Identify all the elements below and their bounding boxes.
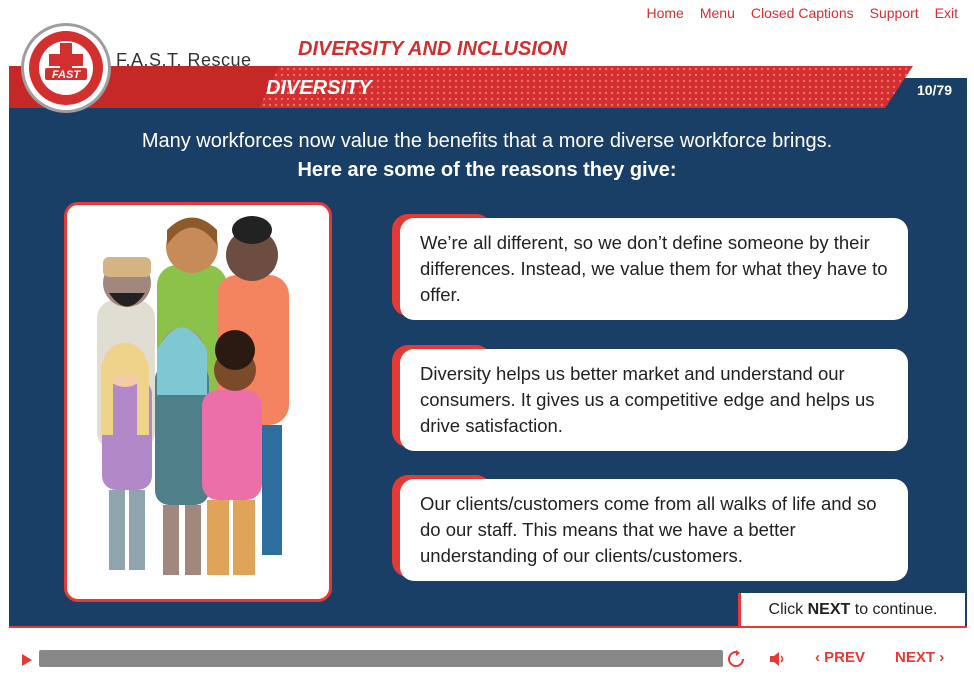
prev-button[interactable]: ‹ PREV xyxy=(815,649,865,666)
reason-card-text: Our clients/customers come from all walk… xyxy=(400,479,908,581)
divider xyxy=(9,626,967,628)
progress-bar[interactable] xyxy=(39,650,723,667)
next-button[interactable]: NEXT › xyxy=(895,649,944,666)
intro-subheading: Here are some of the reasons they give: xyxy=(297,159,677,181)
nav-menu-link[interactable]: Menu xyxy=(700,5,735,21)
nav-support-link[interactable]: Support xyxy=(870,5,919,21)
section-title: DIVERSITY xyxy=(266,77,372,99)
reason-card-text: Diversity helps us better market and und… xyxy=(400,349,908,451)
intro-line: Many workforces now value the benefits t… xyxy=(141,130,833,152)
play-icon[interactable] xyxy=(21,653,33,671)
volume-icon[interactable] xyxy=(769,651,785,672)
continue-next-word: NEXT xyxy=(807,600,851,618)
reason-card-1: We’re all different, so we don’t define … xyxy=(392,214,908,320)
nav-home-link[interactable]: Home xyxy=(646,5,683,21)
top-nav: Home Menu Closed Captions Support Exit xyxy=(646,5,958,21)
nav-exit-link[interactable]: Exit xyxy=(935,5,958,21)
chevron-left-icon: ‹ xyxy=(815,649,820,666)
fast-logo: FAST xyxy=(24,26,108,110)
logo-badge-text: FAST xyxy=(52,69,81,81)
continue-prompt: Click NEXT to continue. xyxy=(738,593,965,626)
slide-counter: 10/79 xyxy=(916,82,952,98)
continue-suffix: to continue. xyxy=(850,600,938,618)
reason-card-text: We’re all different, so we don’t define … xyxy=(400,218,908,320)
prev-label: PREV xyxy=(824,649,866,666)
reason-card-2: Diversity helps us better market and und… xyxy=(392,345,908,451)
next-label: NEXT xyxy=(895,649,936,666)
nav-closed-captions-link[interactable]: Closed Captions xyxy=(751,5,854,21)
diverse-people-illustration xyxy=(64,202,332,602)
people-group-image xyxy=(97,216,289,575)
chevron-right-icon: › xyxy=(939,649,945,666)
course-title: DIVERSITY AND INCLUSION xyxy=(298,38,567,60)
continue-prefix: Click xyxy=(768,600,808,618)
player-controls: ‹ PREV NEXT › xyxy=(0,640,974,680)
replay-icon[interactable] xyxy=(727,650,745,673)
fast-badge-icon: FAST xyxy=(29,31,103,105)
reason-card-3: Our clients/customers come from all walk… xyxy=(392,475,908,581)
title-banner xyxy=(9,66,913,108)
